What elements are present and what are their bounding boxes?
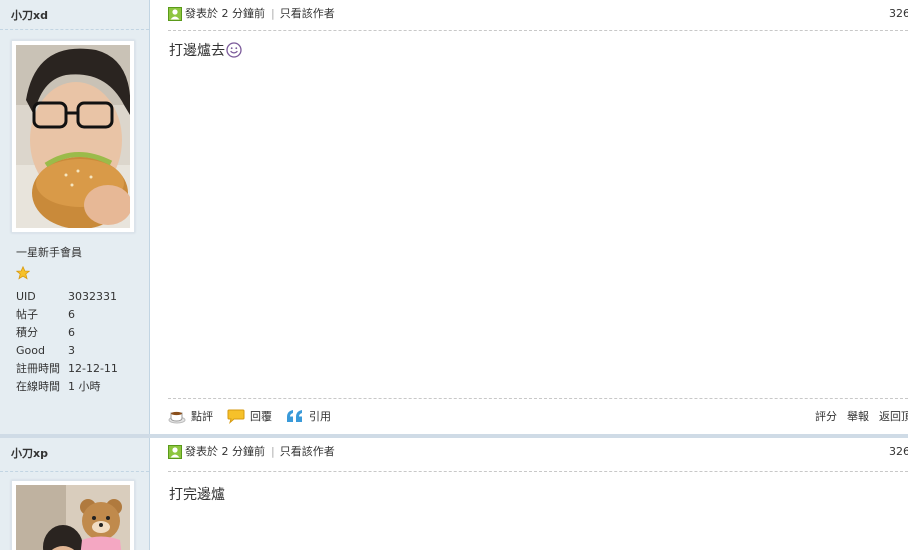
post-content: 打邊爐去 xyxy=(169,40,242,60)
stat-label: 帖子 xyxy=(16,308,38,321)
coffee-cup-icon xyxy=(168,411,186,424)
stat-uid: UID 3032331 xyxy=(16,288,118,306)
post-divider xyxy=(168,30,908,31)
stat-value: 3 xyxy=(68,344,75,357)
stat-value[interactable]: 3032331 xyxy=(68,290,117,303)
stat-label: 在線時間 xyxy=(16,380,60,393)
avatar[interactable] xyxy=(11,480,135,550)
floor-number[interactable]: 326 xyxy=(889,444,908,460)
post: 小刀xd 一星新手會員 UID 3032331 帖子 6 積分 6 Good 3… xyxy=(0,0,908,434)
speech-bubble-icon xyxy=(227,409,245,424)
user-stats: UID 3032331 帖子 6 積分 6 Good 3 註冊時間 12-12-11 在線… xyxy=(16,288,118,396)
sidebar-divider xyxy=(0,29,149,30)
stat-credits: 積分 6 xyxy=(16,324,118,342)
post-main: 發表於 2 分鐘前 | 只看該作者 326 打完邊爐 xyxy=(150,438,908,550)
user-online-icon xyxy=(168,445,182,459)
avatar[interactable] xyxy=(11,40,135,233)
report-link[interactable]: 舉報 xyxy=(847,408,869,424)
rate-button[interactable]: 點評 xyxy=(168,408,213,424)
post-text: 打邊爐去 xyxy=(169,43,225,59)
user-online-icon xyxy=(168,7,182,21)
author-name-link[interactable]: 小刀xd xyxy=(11,7,48,23)
quote-label: 引用 xyxy=(309,410,331,423)
quote-icon xyxy=(287,410,302,422)
avatar-photo xyxy=(16,45,130,228)
only-author-link[interactable]: 只看該作者 xyxy=(280,444,335,460)
reply-button[interactable]: 回覆 xyxy=(227,408,272,424)
post-meta: 發表於 2 分鐘前 | 只看該作者 xyxy=(168,444,335,460)
post-content: 打完邊爐 xyxy=(169,484,225,504)
quote-button[interactable]: 引用 xyxy=(286,408,331,424)
post-divider xyxy=(168,471,908,472)
stat-label: 註冊時間 xyxy=(16,362,60,375)
rate-label: 點評 xyxy=(191,410,213,423)
stat-label: 積分 xyxy=(16,326,38,339)
stat-posts: 帖子 6 xyxy=(16,306,118,324)
stat-label: UID xyxy=(16,290,36,303)
author-sidebar: 小刀xp xyxy=(0,438,150,550)
stat-label: Good xyxy=(16,344,45,357)
author-name-link[interactable]: 小刀xp xyxy=(11,445,48,461)
stat-online: 在線時間 1 小時 xyxy=(16,378,118,396)
stat-registered: 註冊時間 12-12-11 xyxy=(16,360,118,378)
meta-divider: | xyxy=(271,7,275,20)
user-rank: 一星新手會員 xyxy=(16,246,82,259)
stat-value: 1 小時 xyxy=(68,380,101,393)
stat-good: Good 3 xyxy=(16,342,118,360)
post-text: 打完邊爐 xyxy=(169,487,225,503)
stat-value: 6 xyxy=(68,326,75,339)
floor-number[interactable]: 326 xyxy=(889,6,908,22)
back-to-top-link[interactable]: 返回頂 xyxy=(879,408,908,424)
post-main: 發表於 2 分鐘前 | 只看該作者 326 打邊爐去 點評 回覆 引用 評分 舉… xyxy=(150,0,908,434)
post-right-actions: 評分 舉報 返回頂 xyxy=(805,406,908,426)
post-time: 發表於 2 分鐘前 xyxy=(185,7,265,20)
smiley-icon xyxy=(226,42,242,58)
actions-divider xyxy=(168,398,908,399)
post-meta: 發表於 2 分鐘前 | 只看該作者 xyxy=(168,6,335,22)
reply-label: 回覆 xyxy=(250,410,272,423)
stat-value: 12-12-11 xyxy=(68,362,118,375)
score-link[interactable]: 評分 xyxy=(815,408,837,424)
avatar-photo xyxy=(16,485,130,550)
post-time: 發表於 2 分鐘前 xyxy=(185,445,265,458)
post: 小刀xp 發表於 2 分鐘前 | 只看該作者 326 打完邊爐 xyxy=(0,438,908,550)
only-author-link[interactable]: 只看該作者 xyxy=(280,6,335,22)
post-actions: 點評 回覆 引用 xyxy=(168,406,345,426)
stat-value[interactable]: 6 xyxy=(68,308,75,321)
sidebar-divider xyxy=(0,471,149,472)
author-sidebar: 小刀xd 一星新手會員 UID 3032331 帖子 6 積分 6 Good 3… xyxy=(0,0,150,434)
star-icon xyxy=(15,265,31,283)
meta-divider: | xyxy=(271,445,275,458)
